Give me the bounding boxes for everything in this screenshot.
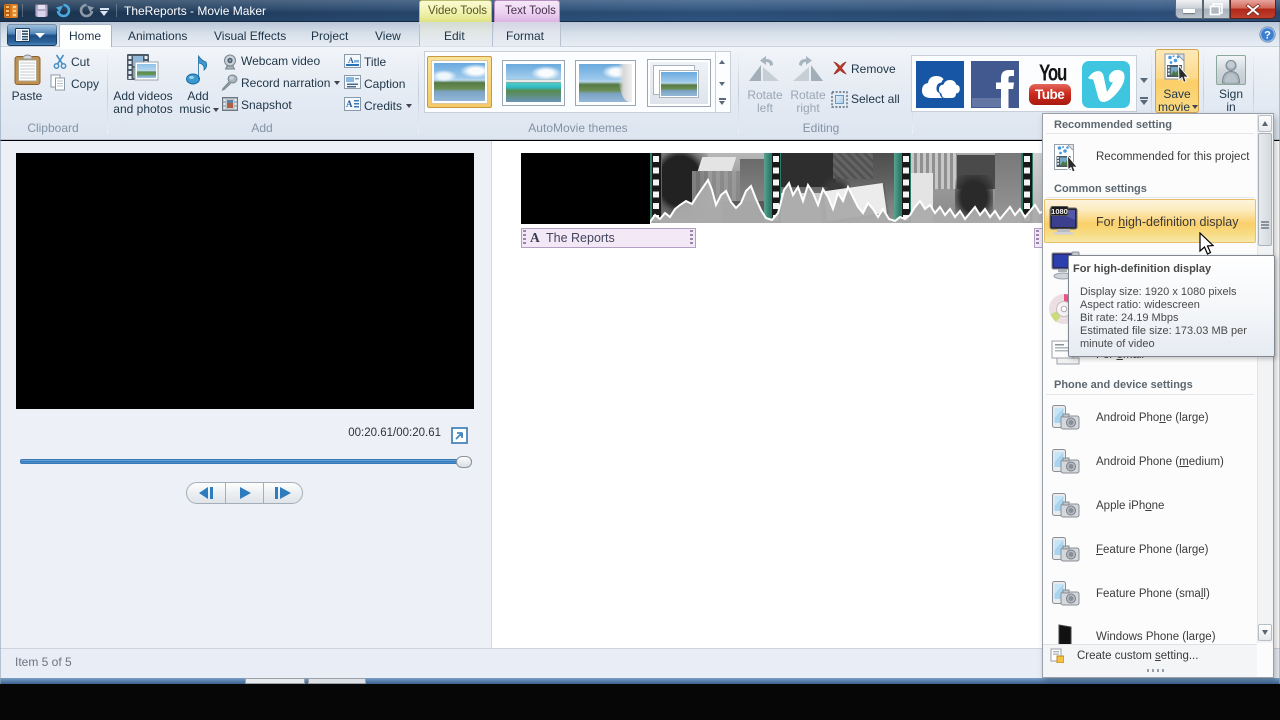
- svg-text:A: A: [348, 56, 354, 65]
- svg-text:A: A: [346, 99, 353, 109]
- svg-text:1080: 1080: [1051, 207, 1068, 216]
- svg-text:?: ?: [1264, 30, 1271, 42]
